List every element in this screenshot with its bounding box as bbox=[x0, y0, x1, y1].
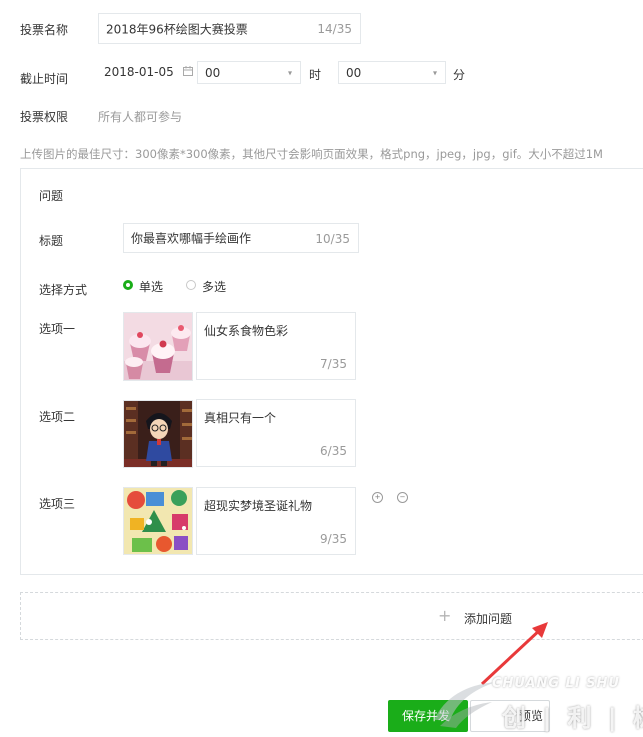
question-title-label: 标题 bbox=[39, 234, 64, 248]
question-title-input[interactable]: 你最喜欢哪幅手绘画作 10/35 bbox=[123, 223, 359, 253]
deadline-date-value: 2018-01-05 bbox=[104, 65, 174, 79]
minus-circle-icon[interactable]: − bbox=[397, 492, 408, 503]
option-text-counter: 9/35 bbox=[320, 532, 347, 546]
calendar-icon[interactable] bbox=[183, 66, 193, 76]
select-mode-label: 选择方式 bbox=[39, 283, 88, 297]
plus-circle-icon[interactable]: + bbox=[372, 492, 383, 503]
vote-name-counter: 14/35 bbox=[317, 22, 352, 36]
option-image-cupcakes[interactable] bbox=[123, 312, 193, 381]
option-text-input[interactable]: 真相只有一个 6/35 bbox=[196, 399, 356, 467]
option-label: 选项三 bbox=[39, 497, 76, 511]
cupcakes-image bbox=[124, 313, 192, 380]
deadline-label: 截止时间 bbox=[20, 72, 69, 86]
multi-choice-radio[interactable] bbox=[186, 280, 196, 290]
single-choice-label[interactable]: 单选 bbox=[139, 278, 163, 295]
hour-unit: 时 bbox=[309, 68, 322, 82]
option-label: 选项二 bbox=[39, 410, 76, 424]
plus-icon: + bbox=[438, 606, 452, 625]
chevron-down-icon: ▾ bbox=[287, 68, 292, 77]
option-text-value: 超现实梦境圣诞礼物 bbox=[204, 499, 313, 513]
deadline-minute-value: 00 bbox=[346, 65, 362, 80]
watermark-brand-cn: 创 | 利 | 树 bbox=[502, 704, 643, 732]
option-text-counter: 7/35 bbox=[320, 357, 347, 371]
chevron-down-icon: ▾ bbox=[432, 68, 437, 77]
multi-choice-label[interactable]: 多选 bbox=[202, 278, 226, 295]
option-label: 选项一 bbox=[39, 322, 76, 336]
single-choice-radio[interactable] bbox=[123, 280, 133, 290]
detective-image bbox=[124, 401, 192, 467]
deadline-hour-value: 00 bbox=[205, 65, 221, 80]
question-title-counter: 10/35 bbox=[315, 232, 350, 246]
option-image-detective[interactable] bbox=[123, 400, 193, 468]
watermark-logo: CHUANG LI SHU 创 | 利 | 树 bbox=[430, 670, 643, 737]
option-text-value: 真相只有一个 bbox=[204, 411, 277, 425]
swoosh-logo-icon bbox=[434, 682, 496, 728]
question-section-label: 问题 bbox=[39, 189, 64, 203]
option-text-input[interactable]: 仙女系食物色彩 7/35 bbox=[196, 312, 356, 380]
permission-label: 投票权限 bbox=[20, 110, 69, 124]
upload-hint: 上传图片的最佳尺寸：300像素*300像素，其他尺寸会影响页面效果，格式png，… bbox=[20, 147, 603, 161]
option-text-value: 仙女系食物色彩 bbox=[204, 324, 289, 338]
option-image-christmas[interactable] bbox=[123, 487, 193, 555]
vote-name-value: 2018年96杯绘图大赛投票 bbox=[106, 22, 248, 36]
deadline-date-input[interactable]: 2018-01-05 bbox=[104, 65, 174, 79]
option-text-counter: 6/35 bbox=[320, 444, 347, 458]
permission-value: 所有人都可参与 bbox=[98, 110, 183, 124]
question-title-value: 你最喜欢哪幅手绘画作 bbox=[131, 231, 252, 246]
watermark-brand-en: CHUANG LI SHU bbox=[492, 676, 620, 691]
vote-name-label: 投票名称 bbox=[20, 23, 69, 37]
vote-name-input[interactable]: 2018年96杯绘图大赛投票 14/35 bbox=[98, 13, 361, 44]
deadline-minute-select[interactable]: 00 ▾ bbox=[338, 61, 446, 84]
minute-unit: 分 bbox=[453, 68, 466, 82]
option-text-input[interactable]: 超现实梦境圣诞礼物 9/35 bbox=[196, 487, 356, 555]
christmas-image bbox=[124, 488, 192, 554]
deadline-hour-select[interactable]: 00 ▾ bbox=[197, 61, 301, 84]
